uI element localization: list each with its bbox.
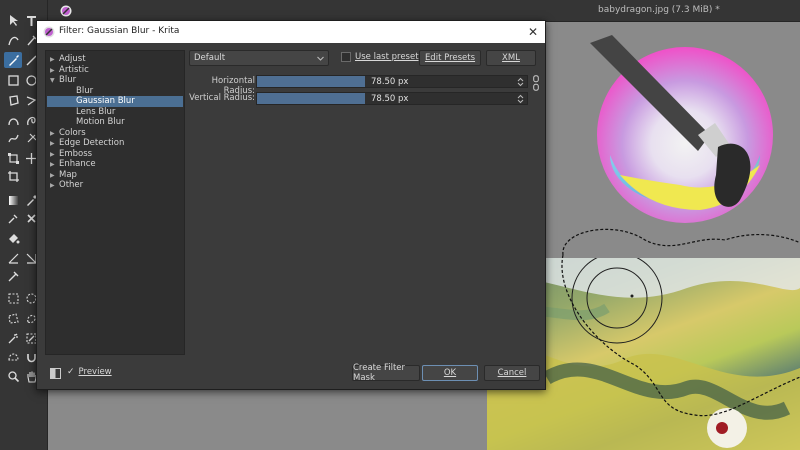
use-last-preset-checkbox[interactable]: Use last preset bbox=[341, 52, 419, 62]
tree-item-lens-blur[interactable]: Lens Blur bbox=[76, 107, 115, 118]
tree-category-enhance[interactable]: ▶ Enhance bbox=[50, 159, 96, 170]
collapse-arrow-icon[interactable]: ▼ bbox=[50, 75, 59, 86]
tree-category-adjust[interactable]: ▶ Adjust bbox=[50, 54, 86, 65]
expand-arrow-icon[interactable]: ▶ bbox=[50, 128, 59, 139]
checkbox-box[interactable] bbox=[341, 52, 351, 62]
bezier-tool-icon[interactable] bbox=[4, 112, 22, 128]
filter-settings-panel: Default Use last preset Edit Presets XML… bbox=[189, 50, 539, 355]
rectangle-tool-icon[interactable] bbox=[4, 72, 22, 88]
transform-tool-icon[interactable] bbox=[4, 150, 22, 166]
vertical-radius-value: 78.50 px bbox=[371, 94, 409, 104]
dialog-title: Filter: Gaussian Blur - Krita bbox=[59, 26, 180, 36]
close-button[interactable]: ✕ bbox=[525, 24, 541, 40]
slider-fill bbox=[257, 76, 365, 87]
dynamic-brush-tool-icon[interactable] bbox=[4, 130, 22, 146]
preview-checkbox[interactable]: ✓ Preview bbox=[67, 367, 112, 377]
reference-images-tool-icon[interactable] bbox=[4, 268, 22, 284]
bezier-selection-icon[interactable] bbox=[4, 348, 22, 364]
cancel-button[interactable]: Cancel bbox=[484, 365, 540, 381]
polygon-tool-icon[interactable] bbox=[4, 92, 22, 108]
select-shapes-tool-icon[interactable] bbox=[4, 12, 22, 28]
tree-item-gaussian-blur[interactable]: Gaussian Blur bbox=[47, 96, 183, 107]
vertical-radius-label: Vertical Radius: bbox=[189, 93, 255, 103]
tree-item-blur[interactable]: Blur bbox=[76, 86, 93, 97]
zoom-tool-icon[interactable] bbox=[4, 368, 22, 384]
filter-dialog: Filter: Gaussian Blur - Krita ✕ ▶ Adjust … bbox=[36, 20, 546, 390]
edit-presets-button[interactable]: Edit Presets bbox=[419, 50, 481, 66]
expand-arrow-icon[interactable]: ▶ bbox=[50, 54, 59, 65]
tree-category-blur[interactable]: ▼ Blur bbox=[50, 75, 76, 86]
edit-shapes-tool-icon[interactable] bbox=[4, 32, 22, 48]
krita-logo-artwork bbox=[590, 35, 773, 223]
chain-link-icon[interactable] bbox=[533, 75, 539, 91]
chevron-down-icon bbox=[317, 56, 324, 61]
expand-arrow-icon[interactable]: ▶ bbox=[50, 170, 59, 181]
gradient-tool-icon[interactable] bbox=[4, 192, 22, 208]
brush-tool-icon[interactable] bbox=[4, 52, 22, 68]
tree-category-artistic[interactable]: ▶ Artistic bbox=[50, 65, 89, 76]
fill-tool-icon[interactable] bbox=[4, 230, 22, 246]
filter-tree[interactable]: ▶ Adjust ▶ Artistic ▼ Blur Blur Gaussian Bl… bbox=[45, 50, 185, 355]
expand-arrow-icon[interactable]: ▶ bbox=[50, 180, 59, 191]
horizontal-radius-slider[interactable]: 78.50 px bbox=[256, 75, 528, 88]
tree-category-map[interactable]: ▶ Map bbox=[50, 170, 77, 181]
ok-button[interactable]: OK bbox=[422, 365, 478, 381]
selection-outline bbox=[561, 228, 800, 417]
slider-fill bbox=[257, 93, 365, 104]
polygonal-selection-icon[interactable] bbox=[4, 310, 22, 326]
rectangular-selection-icon[interactable] bbox=[4, 290, 22, 306]
crop-tool-icon[interactable] bbox=[4, 168, 22, 184]
preset-dropdown[interactable]: Default bbox=[189, 50, 329, 66]
expand-arrow-icon[interactable]: ▶ bbox=[50, 138, 59, 149]
expand-arrow-icon[interactable]: ▶ bbox=[50, 65, 59, 76]
spin-arrows-icon[interactable] bbox=[517, 94, 524, 104]
tree-category-edge-detection[interactable]: ▶ Edge Detection bbox=[50, 138, 124, 149]
krita-logo-icon bbox=[60, 5, 72, 17]
xml-button[interactable]: XML bbox=[486, 50, 536, 66]
colorize-mask-tool-icon[interactable] bbox=[4, 210, 22, 226]
dialog-titlebar[interactable]: Filter: Gaussian Blur - Krita ✕ bbox=[37, 21, 545, 43]
preview-split-icon[interactable] bbox=[50, 368, 61, 379]
checkmark-icon[interactable]: ✓ bbox=[67, 367, 75, 377]
measure-tool-icon[interactable] bbox=[4, 250, 22, 266]
tree-category-colors[interactable]: ▶ Colors bbox=[50, 128, 86, 139]
spin-arrows-icon[interactable] bbox=[517, 77, 524, 87]
document-tab-bar: babydragon.jpg (7.3 MiB) * bbox=[48, 0, 800, 22]
krita-logo-icon bbox=[43, 26, 55, 38]
tree-category-other[interactable]: ▶ Other bbox=[50, 180, 83, 191]
contiguous-selection-icon[interactable] bbox=[4, 330, 22, 346]
tree-item-motion-blur[interactable]: Motion Blur bbox=[76, 117, 125, 128]
horizontal-radius-value: 78.50 px bbox=[371, 77, 409, 87]
tree-category-emboss[interactable]: ▶ Emboss bbox=[50, 149, 92, 160]
create-filter-mask-button[interactable]: Create Filter Mask bbox=[352, 363, 420, 383]
expand-arrow-icon[interactable]: ▶ bbox=[50, 159, 59, 170]
expand-arrow-icon[interactable]: ▶ bbox=[50, 149, 59, 160]
document-title[interactable]: babydragon.jpg (7.3 MiB) * bbox=[598, 5, 720, 15]
vertical-radius-slider[interactable]: 78.50 px bbox=[256, 92, 528, 105]
